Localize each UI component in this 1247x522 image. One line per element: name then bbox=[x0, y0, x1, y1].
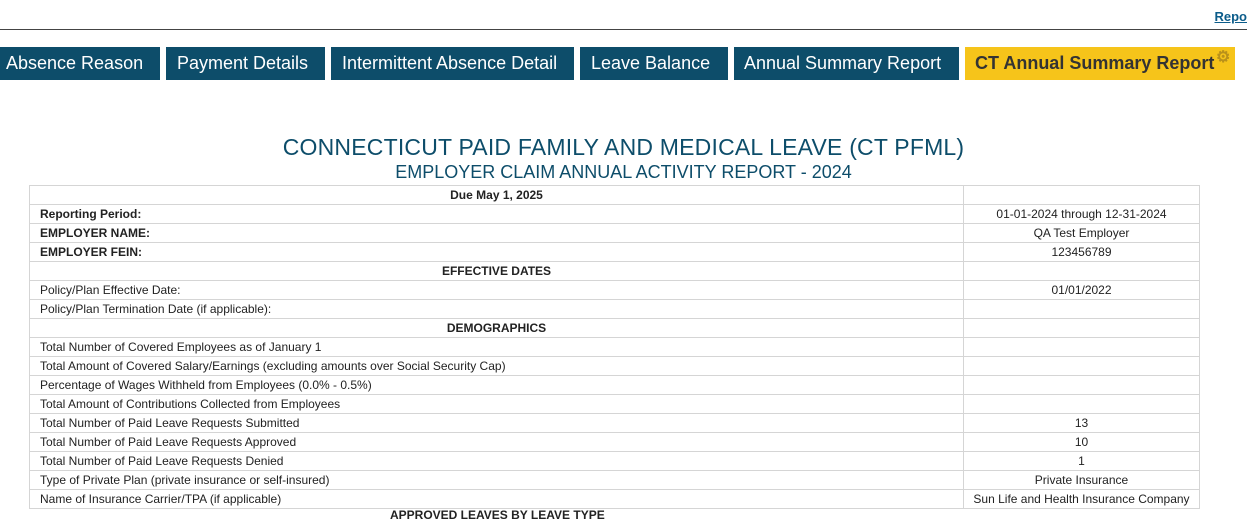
table-row: Total Amount of Covered Salary/Earnings … bbox=[30, 357, 1200, 376]
header-divider bbox=[0, 29, 1247, 30]
table-row: Total Number of Paid Leave Requests Deni… bbox=[30, 452, 1200, 471]
row-label: Policy/Plan Effective Date: bbox=[30, 281, 964, 300]
row-label: EMPLOYER FEIN: bbox=[30, 243, 964, 262]
due-date: Due May 1, 2025 bbox=[30, 186, 964, 205]
row-value: 123456789 bbox=[964, 243, 1200, 262]
tab-payment-details[interactable]: Payment Details bbox=[166, 47, 325, 80]
row-label: Total Number of Covered Employees as of … bbox=[30, 338, 964, 357]
row-value: 1 bbox=[964, 452, 1200, 471]
row-value: QA Test Employer bbox=[964, 224, 1200, 243]
tab-label: CT Annual Summary Report bbox=[975, 53, 1214, 73]
tab-bar: Absence Reason Payment Details Intermitt… bbox=[0, 47, 1247, 80]
tab-label: Payment Details bbox=[177, 53, 308, 73]
row-label: Percentage of Wages Withheld from Employ… bbox=[30, 376, 964, 395]
table-row: EMPLOYER NAME: QA Test Employer bbox=[30, 224, 1200, 243]
row-value bbox=[964, 376, 1200, 395]
row-label: EMPLOYER NAME: bbox=[30, 224, 964, 243]
row-value bbox=[964, 300, 1200, 319]
row-value: 10 bbox=[964, 433, 1200, 452]
tab-annual-summary-report[interactable]: Annual Summary Report bbox=[734, 47, 959, 80]
row-value: 01/01/2022 bbox=[964, 281, 1200, 300]
tab-absence-reason[interactable]: Absence Reason bbox=[0, 47, 160, 80]
table-row: Policy/Plan Termination Date (if applica… bbox=[30, 300, 1200, 319]
report-subtitle: EMPLOYER CLAIM ANNUAL ACTIVITY REPORT - … bbox=[0, 162, 1247, 183]
table-cell-value bbox=[964, 186, 1200, 205]
row-label: Total Amount of Contributions Collected … bbox=[30, 395, 964, 414]
tab-label: Annual Summary Report bbox=[744, 53, 941, 73]
section-heading-approved-leaves: APPROVED LEAVES BY LEAVE TYPE bbox=[390, 508, 605, 522]
report-title: CONNECTICUT PAID FAMILY AND MEDICAL LEAV… bbox=[0, 134, 1247, 161]
table-row: Total Number of Covered Employees as of … bbox=[30, 338, 1200, 357]
table-row: Percentage of Wages Withheld from Employ… bbox=[30, 376, 1200, 395]
row-label: Total Number of Paid Leave Requests Deni… bbox=[30, 452, 964, 471]
row-value bbox=[964, 395, 1200, 414]
row-label: Name of Insurance Carrier/TPA (if applic… bbox=[30, 490, 964, 509]
table-row: Policy/Plan Effective Date: 01/01/2022 bbox=[30, 281, 1200, 300]
row-value: Private Insurance bbox=[964, 471, 1200, 490]
row-value: Sun Life and Health Insurance Company bbox=[964, 490, 1200, 509]
table-row: Type of Private Plan (private insurance … bbox=[30, 471, 1200, 490]
table-row: DEMOGRAPHICS bbox=[30, 319, 1200, 338]
table-row: Total Amount of Contributions Collected … bbox=[30, 395, 1200, 414]
section-heading-effective-dates: EFFECTIVE DATES bbox=[30, 262, 964, 281]
row-value bbox=[964, 319, 1200, 338]
row-label: Reporting Period: bbox=[30, 205, 964, 224]
tab-label: Absence Reason bbox=[6, 53, 143, 73]
row-value bbox=[964, 357, 1200, 376]
row-label: Total Amount of Covered Salary/Earnings … bbox=[30, 357, 964, 376]
row-label: Total Number of Paid Leave Requests Appr… bbox=[30, 433, 964, 452]
row-label: Policy/Plan Termination Date (if applica… bbox=[30, 300, 964, 319]
table-row: Due May 1, 2025 bbox=[30, 186, 1200, 205]
tab-label: Leave Balance bbox=[591, 53, 710, 73]
tab-intermittent-absence-detail[interactable]: Intermittent Absence Detail bbox=[331, 47, 574, 80]
table-row: EMPLOYER FEIN: 123456789 bbox=[30, 243, 1200, 262]
tab-ct-annual-summary-report[interactable]: CT Annual Summary Report ⚙ bbox=[965, 47, 1235, 80]
tab-label: Intermittent Absence Detail bbox=[342, 53, 557, 73]
tab-leave-balance[interactable]: Leave Balance bbox=[580, 47, 728, 80]
table-row: EFFECTIVE DATES bbox=[30, 262, 1200, 281]
row-label: Type of Private Plan (private insurance … bbox=[30, 471, 964, 490]
gear-icon[interactable]: ⚙ bbox=[1216, 50, 1232, 66]
table-row: Name of Insurance Carrier/TPA (if applic… bbox=[30, 490, 1200, 509]
row-value: 13 bbox=[964, 414, 1200, 433]
row-label: Total Number of Paid Leave Requests Subm… bbox=[30, 414, 964, 433]
section-heading-demographics: DEMOGRAPHICS bbox=[30, 319, 964, 338]
table-row: Reporting Period: 01-01-2024 through 12-… bbox=[30, 205, 1200, 224]
table-row: Total Number of Paid Leave Requests Appr… bbox=[30, 433, 1200, 452]
row-value: 01-01-2024 through 12-31-2024 bbox=[964, 205, 1200, 224]
row-value bbox=[964, 338, 1200, 357]
row-value bbox=[964, 262, 1200, 281]
report-link[interactable]: Repo bbox=[1215, 9, 1247, 24]
report-table: Due May 1, 2025 Reporting Period: 01-01-… bbox=[29, 185, 1200, 509]
table-row: Total Number of Paid Leave Requests Subm… bbox=[30, 414, 1200, 433]
